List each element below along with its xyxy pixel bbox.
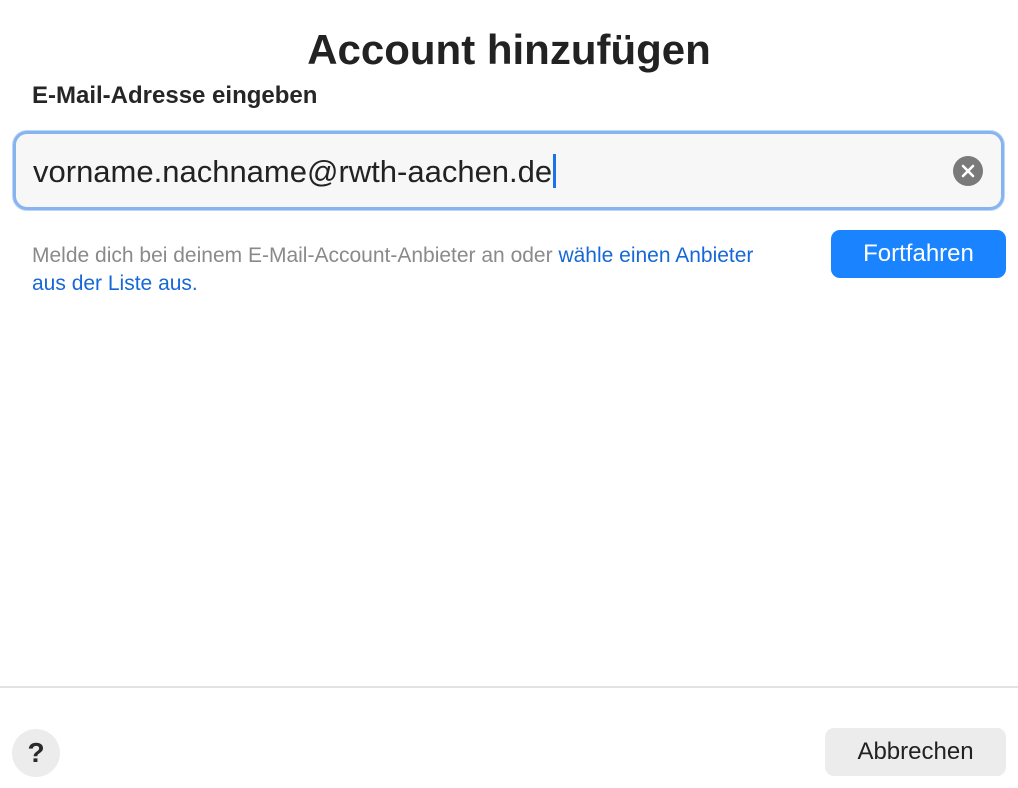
- provider-hint-text: Melde dich bei deinem E-Mail-Account-Anb…: [32, 244, 559, 267]
- email-input[interactable]: vorname.nachname@rwth-aachen.de: [13, 131, 1004, 210]
- provider-hint: Melde dich bei deinem E-Mail-Account-Anb…: [32, 242, 792, 298]
- clear-input-button[interactable]: [953, 156, 983, 186]
- email-input-value-container[interactable]: vorname.nachname@rwth-aachen.de: [33, 152, 557, 192]
- cancel-button[interactable]: Abbrechen: [825, 728, 1006, 776]
- clear-icon: [961, 164, 975, 178]
- footer-divider: [0, 686, 1018, 688]
- help-button[interactable]: ?: [12, 729, 60, 777]
- text-caret: [553, 154, 557, 188]
- email-input-value[interactable]: vorname.nachname@rwth-aachen.de: [33, 154, 552, 189]
- email-section-label: E-Mail-Adresse eingeben: [32, 82, 318, 109]
- continue-button[interactable]: Fortfahren: [831, 230, 1006, 278]
- dialog-title: Account hinzufügen: [307, 26, 711, 73]
